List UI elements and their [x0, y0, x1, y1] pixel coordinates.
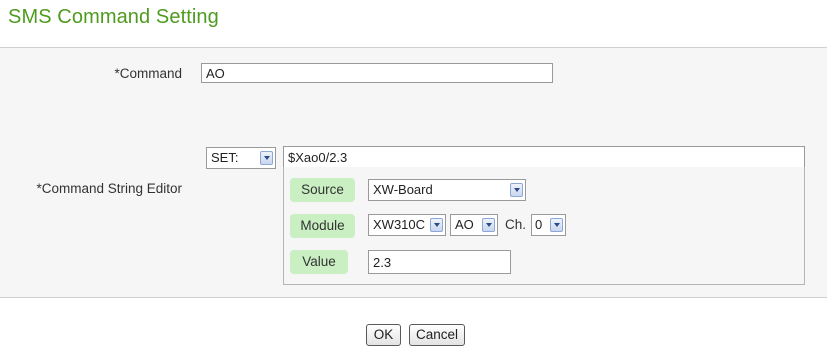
- chevron-down-icon[interactable]: [260, 151, 273, 165]
- command-builder-panel: Source XW-Board Module XW310C AO Ch. 0 V…: [283, 167, 805, 285]
- value-input[interactable]: [368, 250, 511, 274]
- channel-select[interactable]: 0: [531, 214, 566, 236]
- io-type-select-value: AO: [455, 217, 474, 232]
- command-input[interactable]: [201, 63, 553, 83]
- page-title: SMS Command Setting: [8, 6, 219, 28]
- source-label: Source: [290, 178, 355, 202]
- chevron-down-icon[interactable]: [482, 218, 495, 232]
- module-select-value: XW310C: [373, 217, 426, 232]
- io-type-select[interactable]: AO: [450, 214, 498, 236]
- command-string-editor-row: *Command String Editor SET: Source XW-Bo…: [0, 101, 827, 298]
- command-string-input[interactable]: [283, 146, 805, 168]
- module-label: Module: [290, 214, 355, 238]
- source-select-value: XW-Board: [373, 182, 433, 197]
- channel-label: Ch.: [505, 217, 527, 232]
- value-label: Value: [290, 250, 348, 274]
- chevron-down-icon[interactable]: [510, 183, 523, 197]
- ok-button[interactable]: OK: [366, 324, 401, 346]
- set-select[interactable]: SET:: [206, 147, 276, 169]
- channel-select-value: 0: [535, 217, 543, 232]
- command-string-editor-label: *Command String Editor: [36, 181, 182, 196]
- cancel-button[interactable]: Cancel: [409, 324, 465, 346]
- source-select[interactable]: XW-Board: [368, 179, 526, 201]
- command-label: *Command: [114, 66, 182, 81]
- command-row: *Command: [0, 47, 827, 102]
- chevron-down-icon[interactable]: [430, 218, 443, 232]
- module-select[interactable]: XW310C: [368, 214, 446, 236]
- set-select-value: SET:: [211, 150, 239, 165]
- chevron-down-icon[interactable]: [550, 218, 563, 232]
